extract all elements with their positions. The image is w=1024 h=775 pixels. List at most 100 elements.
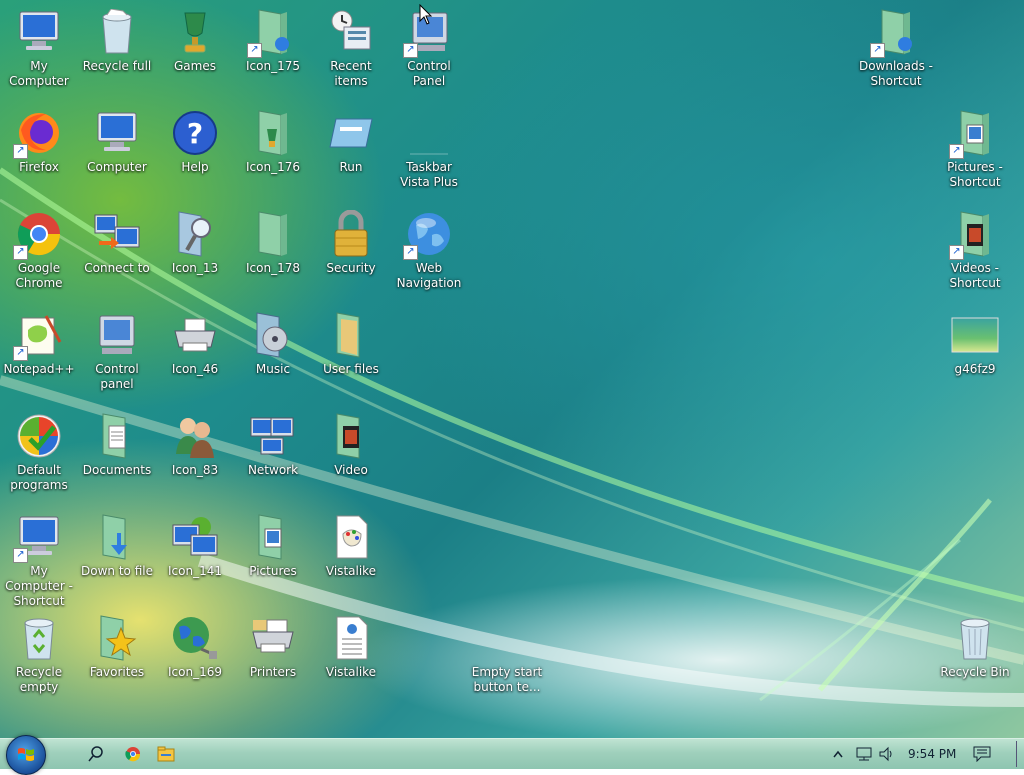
desktop-icon-recycle-full[interactable]: Recycle full	[78, 8, 156, 74]
desktop-icon-recycle-bin[interactable]: Recycle Bin	[936, 614, 1014, 680]
desktop-icon-label: Icon_178	[246, 261, 300, 275]
desktop-icon-help[interactable]: ? Help	[156, 109, 234, 175]
desktop-icon-video[interactable]: Video	[312, 412, 390, 478]
start-button[interactable]	[6, 735, 46, 775]
image-thumbnail-icon	[951, 311, 999, 359]
desktop[interactable]: My Computer Recycle full Games ↗ Icon_17…	[0, 0, 1024, 738]
desktop-icon-videos-shortcut[interactable]: ↗ Videos - Shortcut	[936, 210, 1014, 291]
taskbar: 9:54 PM	[0, 735, 1024, 775]
notepad-plus-plus-icon: ↗	[13, 311, 63, 361]
folder-icon	[249, 109, 297, 157]
desktop-icon-label: Control Panel	[407, 59, 451, 88]
recent-items-icon	[327, 8, 375, 56]
desktop-icon-empty-start-button[interactable]: Empty start button te...	[468, 614, 546, 695]
blank-icon	[483, 614, 531, 662]
desktop-icon-label: Run	[339, 160, 363, 174]
taskbar-clock[interactable]: 9:54 PM	[908, 747, 956, 761]
taskbar-chrome-button[interactable]	[123, 744, 143, 764]
taskbar-file-explorer-button[interactable]	[156, 744, 176, 764]
notifications-button[interactable]	[972, 744, 992, 764]
desktop-icon-downloads-shortcut[interactable]: ↗ Downloads - Shortcut	[857, 8, 935, 89]
desktop-icon-printers[interactable]: Printers	[234, 614, 312, 680]
search-icon	[88, 746, 103, 762]
show-desktop-button[interactable]	[1016, 741, 1017, 767]
download-folder-icon	[93, 513, 141, 561]
desktop-icon-g46fz9[interactable]: g46fz9	[936, 311, 1014, 377]
desktop-icon-favorites[interactable]: Favorites	[78, 614, 156, 680]
desktop-icon-label: Firefox	[19, 160, 59, 174]
globe-icon: ↗	[403, 210, 453, 260]
desktop-icon-label: Icon_83	[171, 463, 219, 477]
desktop-icon-icon-46[interactable]: Icon_46	[156, 311, 234, 377]
desktop-icon-icon-83[interactable]: Icon_83	[156, 412, 234, 478]
desktop-icon-taskbar-vista-plus[interactable]: Taskbar Vista Plus	[390, 109, 468, 190]
desktop-icon-label: Google Chrome	[15, 261, 63, 290]
desktop-icon-run[interactable]: Run	[312, 109, 390, 175]
desktop-icon-documents[interactable]: Documents	[78, 412, 156, 478]
desktop-icon-my-computer[interactable]: My Computer	[0, 8, 78, 89]
desktop-icon-pictures-shortcut[interactable]: ↗ Pictures - Shortcut	[936, 109, 1014, 190]
desktop-icon-network[interactable]: Network	[234, 412, 312, 478]
favorites-star-icon	[93, 614, 141, 662]
network-computers-icon	[171, 513, 219, 561]
desktop-icon-label: Taskbar Vista Plus	[400, 160, 458, 189]
desktop-icon-label: Recent items	[330, 59, 372, 88]
desktop-icon-security[interactable]: Security	[312, 210, 390, 276]
desktop-icon-user-files[interactable]: User files	[312, 311, 390, 377]
desktop-icon-label: Default programs	[10, 463, 68, 492]
desktop-icon-label: Control panel	[95, 362, 139, 391]
desktop-icon-label: Video	[334, 463, 368, 477]
notifications-icon	[973, 746, 991, 762]
desktop-icon-google-chrome[interactable]: ↗ Google Chrome	[0, 210, 78, 291]
monitor-icon: ↗	[13, 513, 63, 563]
desktop-icon-icon-13[interactable]: Icon_13	[156, 210, 234, 276]
tray-network-button[interactable]	[854, 744, 874, 764]
shortcut-arrow-icon: ↗	[870, 43, 885, 58]
desktop-icon-vistalike-html[interactable]: Vistalike	[312, 614, 390, 680]
network-globe-icon	[171, 614, 219, 662]
desktop-icon-label: Down to file	[81, 564, 153, 578]
shortcut-arrow-icon: ↗	[13, 144, 28, 159]
video-folder-icon	[327, 412, 375, 460]
desktop-icon-web-navigation[interactable]: ↗ Web Navigation	[390, 210, 468, 291]
desktop-icon-pictures[interactable]: Pictures	[234, 513, 312, 579]
windows-start-orb-icon	[18, 748, 34, 761]
desktop-icon-default-programs[interactable]: Default programs	[0, 412, 78, 493]
desktop-icon-icon-178[interactable]: Icon_178	[234, 210, 312, 276]
desktop-icon-recent-items[interactable]: Recent items	[312, 8, 390, 89]
taskbar-search-button[interactable]	[86, 744, 106, 764]
desktop-icon-label: Help	[181, 160, 209, 174]
desktop-icon-icon-176[interactable]: Icon_176	[234, 109, 312, 175]
show-hidden-icons-button[interactable]	[830, 744, 846, 764]
desktop-icon-connect-to[interactable]: Connect to	[78, 210, 156, 276]
desktop-icon-games[interactable]: Games	[156, 8, 234, 74]
desktop-icon-computer[interactable]: Computer	[78, 109, 156, 175]
desktop-icon-down-to-file[interactable]: Down to file	[78, 513, 156, 579]
desktop-icon-music[interactable]: Music	[234, 311, 312, 377]
computer-icon	[93, 109, 141, 157]
desktop-icon-label: Games	[174, 59, 216, 73]
desktop-icon-icon-175[interactable]: ↗ Icon_175	[234, 8, 312, 74]
desktop-icon-label: Vistalike	[325, 564, 377, 578]
tray-volume-button[interactable]	[877, 744, 897, 764]
shortcut-arrow-icon: ↗	[13, 548, 28, 563]
desktop-icon-label: Security	[326, 261, 376, 275]
desktop-icon-label: Vistalike	[325, 665, 377, 679]
mouse-cursor-icon	[419, 4, 433, 25]
connect-to-icon	[93, 210, 141, 258]
shortcut-arrow-icon: ↗	[13, 245, 28, 260]
desktop-icon-vistalike-paint[interactable]: Vistalike	[312, 513, 390, 579]
desktop-icon-label: Icon_46	[171, 362, 219, 376]
desktop-icon-icon-141[interactable]: Icon_141	[156, 513, 234, 579]
desktop-icon-icon-169[interactable]: Icon_169	[156, 614, 234, 680]
desktop-icon-recycle-empty[interactable]: Recycle empty	[0, 614, 78, 695]
desktop-icon-label: Empty start button te...	[471, 665, 543, 694]
shortcut-arrow-icon: ↗	[949, 144, 964, 159]
desktop-icon-firefox[interactable]: ↗ Firefox	[0, 109, 78, 175]
desktop-icon-label: Videos - Shortcut	[949, 261, 1001, 290]
monitor-icon	[15, 8, 63, 56]
desktop-icon-control-panel-2[interactable]: Control panel	[78, 311, 156, 392]
desktop-icon-my-computer-shortcut[interactable]: ↗ My Computer - Shortcut	[0, 513, 78, 609]
volume-icon	[879, 746, 892, 762]
desktop-icon-notepad-plus-plus[interactable]: ↗ Notepad++	[0, 311, 78, 377]
